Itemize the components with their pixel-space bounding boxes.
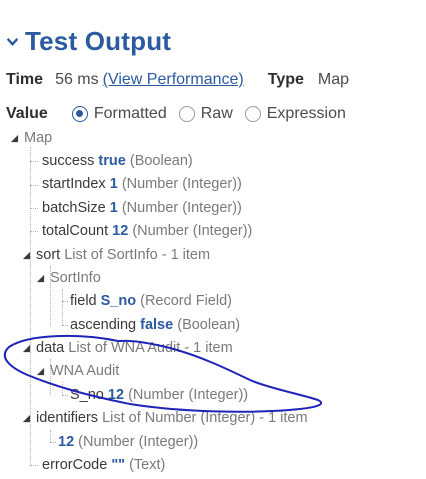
node-value: 1 (109, 176, 118, 192)
tree-node-sno: S_no 12 (Number (Integer)) (70, 384, 248, 406)
section-header[interactable]: Test Output (6, 24, 171, 58)
node-value: 12 (107, 387, 125, 403)
expanded-triangle-icon[interactable] (10, 134, 19, 143)
tree-guide-sortinfo (62, 289, 63, 325)
time-value: 56 ms (55, 71, 99, 88)
tree-node-identifiers[interactable]: identifiers List of Number (Integer) - 1… (22, 407, 308, 429)
tree-node-batchsize: batchSize 1 (Number (Integer)) (42, 197, 242, 219)
expanded-triangle-icon[interactable] (36, 367, 45, 376)
node-type: (Number (Integer)) (121, 200, 242, 216)
node-value: 1 (109, 200, 118, 216)
node-key: startIndex (42, 176, 106, 192)
tree-branch (30, 231, 38, 232)
radio-raw[interactable]: Raw (178, 105, 233, 123)
node-key: success (42, 153, 95, 169)
node-type: (Boolean) (177, 317, 241, 333)
section-title: Test Output (25, 25, 172, 56)
tree-node-field: field S_no (Record Field) (70, 290, 232, 312)
view-performance-link[interactable]: (View Performance) (103, 71, 244, 89)
tree-node-startindex: startIndex 1 (Number (Integer)) (42, 173, 242, 195)
node-key: totalCount (42, 223, 109, 239)
node-key: errorCode (42, 457, 108, 473)
node-type: (Boolean) (129, 153, 193, 169)
tree-node-totalcount: totalCount 12 (Number (Integer)) (42, 220, 252, 242)
tree-node-identifier-item: 12 (Number (Integer)) (58, 431, 198, 453)
node-value: S_no (100, 293, 137, 309)
tree-branch (62, 325, 68, 326)
node-key: S_no (70, 387, 104, 403)
value-row: Value Formatted Raw Expression (6, 102, 346, 126)
radio-expression[interactable]: Expression (244, 105, 346, 123)
node-type: (Record Field) (140, 293, 232, 309)
node-label: WNA Audit (50, 363, 120, 379)
node-type: (Text) (129, 457, 166, 473)
node-value: true (98, 153, 126, 169)
node-key: identifiers (36, 410, 99, 426)
radio-formatted-label: Formatted (93, 105, 167, 122)
tree-node-wna-audit[interactable]: WNA Audit (36, 360, 119, 382)
chevron-down-icon[interactable] (6, 35, 19, 48)
node-type: List of Number (Integer) - 1 item (102, 410, 308, 426)
radio-formatted[interactable]: Formatted (71, 105, 167, 123)
node-key: ascending (70, 317, 137, 333)
tree-branch (30, 161, 38, 162)
node-type: (Number (Integer)) (78, 434, 199, 450)
expanded-triangle-icon[interactable] (22, 414, 31, 423)
tree-branch (30, 208, 38, 209)
meta-row: Time 56 ms (View Performance) Type Map (6, 68, 349, 92)
node-label: SortInfo (50, 270, 101, 286)
tree-branch (50, 442, 56, 443)
node-key: sort (36, 247, 61, 263)
tree-branch (30, 185, 38, 186)
radio-unselected-icon[interactable] (178, 106, 195, 122)
value-label: Value (6, 105, 48, 122)
tree-guide-wna (62, 382, 63, 395)
expanded-triangle-icon[interactable] (36, 274, 45, 283)
node-type: (Number (Integer)) (121, 176, 242, 192)
tree-node-ascending: ascending false (Boolean) (70, 314, 240, 336)
tree-branch (30, 465, 38, 466)
time-label: Time (6, 71, 44, 88)
tree-node-map[interactable]: Map (10, 127, 52, 149)
tree-node-sortinfo[interactable]: SortInfo (36, 267, 101, 289)
node-key: batchSize (42, 200, 106, 216)
type-label: Type (267, 71, 304, 88)
tree-branch (62, 301, 68, 302)
node-value: 12 (58, 434, 75, 450)
tree-branch (62, 395, 68, 396)
radio-expression-label: Expression (266, 105, 346, 122)
node-type: (Number (Integer)) (128, 387, 249, 403)
node-type: (Number (Integer)) (132, 223, 253, 239)
node-value: "" (111, 457, 126, 473)
expanded-triangle-icon[interactable] (22, 344, 31, 353)
tree-node-errorcode: errorCode "" (Text) (42, 454, 165, 476)
node-value: false (140, 317, 174, 333)
radio-raw-label: Raw (200, 105, 233, 122)
radio-unselected-icon[interactable] (244, 106, 261, 122)
tree-node-success: success true (Boolean) (42, 150, 193, 172)
node-label: Map (24, 130, 53, 146)
tree-guide-identifiers (50, 430, 51, 442)
node-key: data (36, 340, 65, 356)
type-value: Map (317, 71, 350, 88)
node-type: List of SortInfo - 1 item (64, 247, 211, 263)
radio-selected-icon[interactable] (71, 106, 88, 122)
node-value: 12 (112, 223, 129, 239)
node-type: List of WNA Audit - 1 item (68, 340, 233, 356)
node-key: field (70, 293, 97, 309)
tree-node-data[interactable]: data List of WNA Audit - 1 item (22, 337, 233, 359)
expanded-triangle-icon[interactable] (22, 251, 31, 260)
tree-node-sort[interactable]: sort List of SortInfo - 1 item (22, 244, 210, 266)
